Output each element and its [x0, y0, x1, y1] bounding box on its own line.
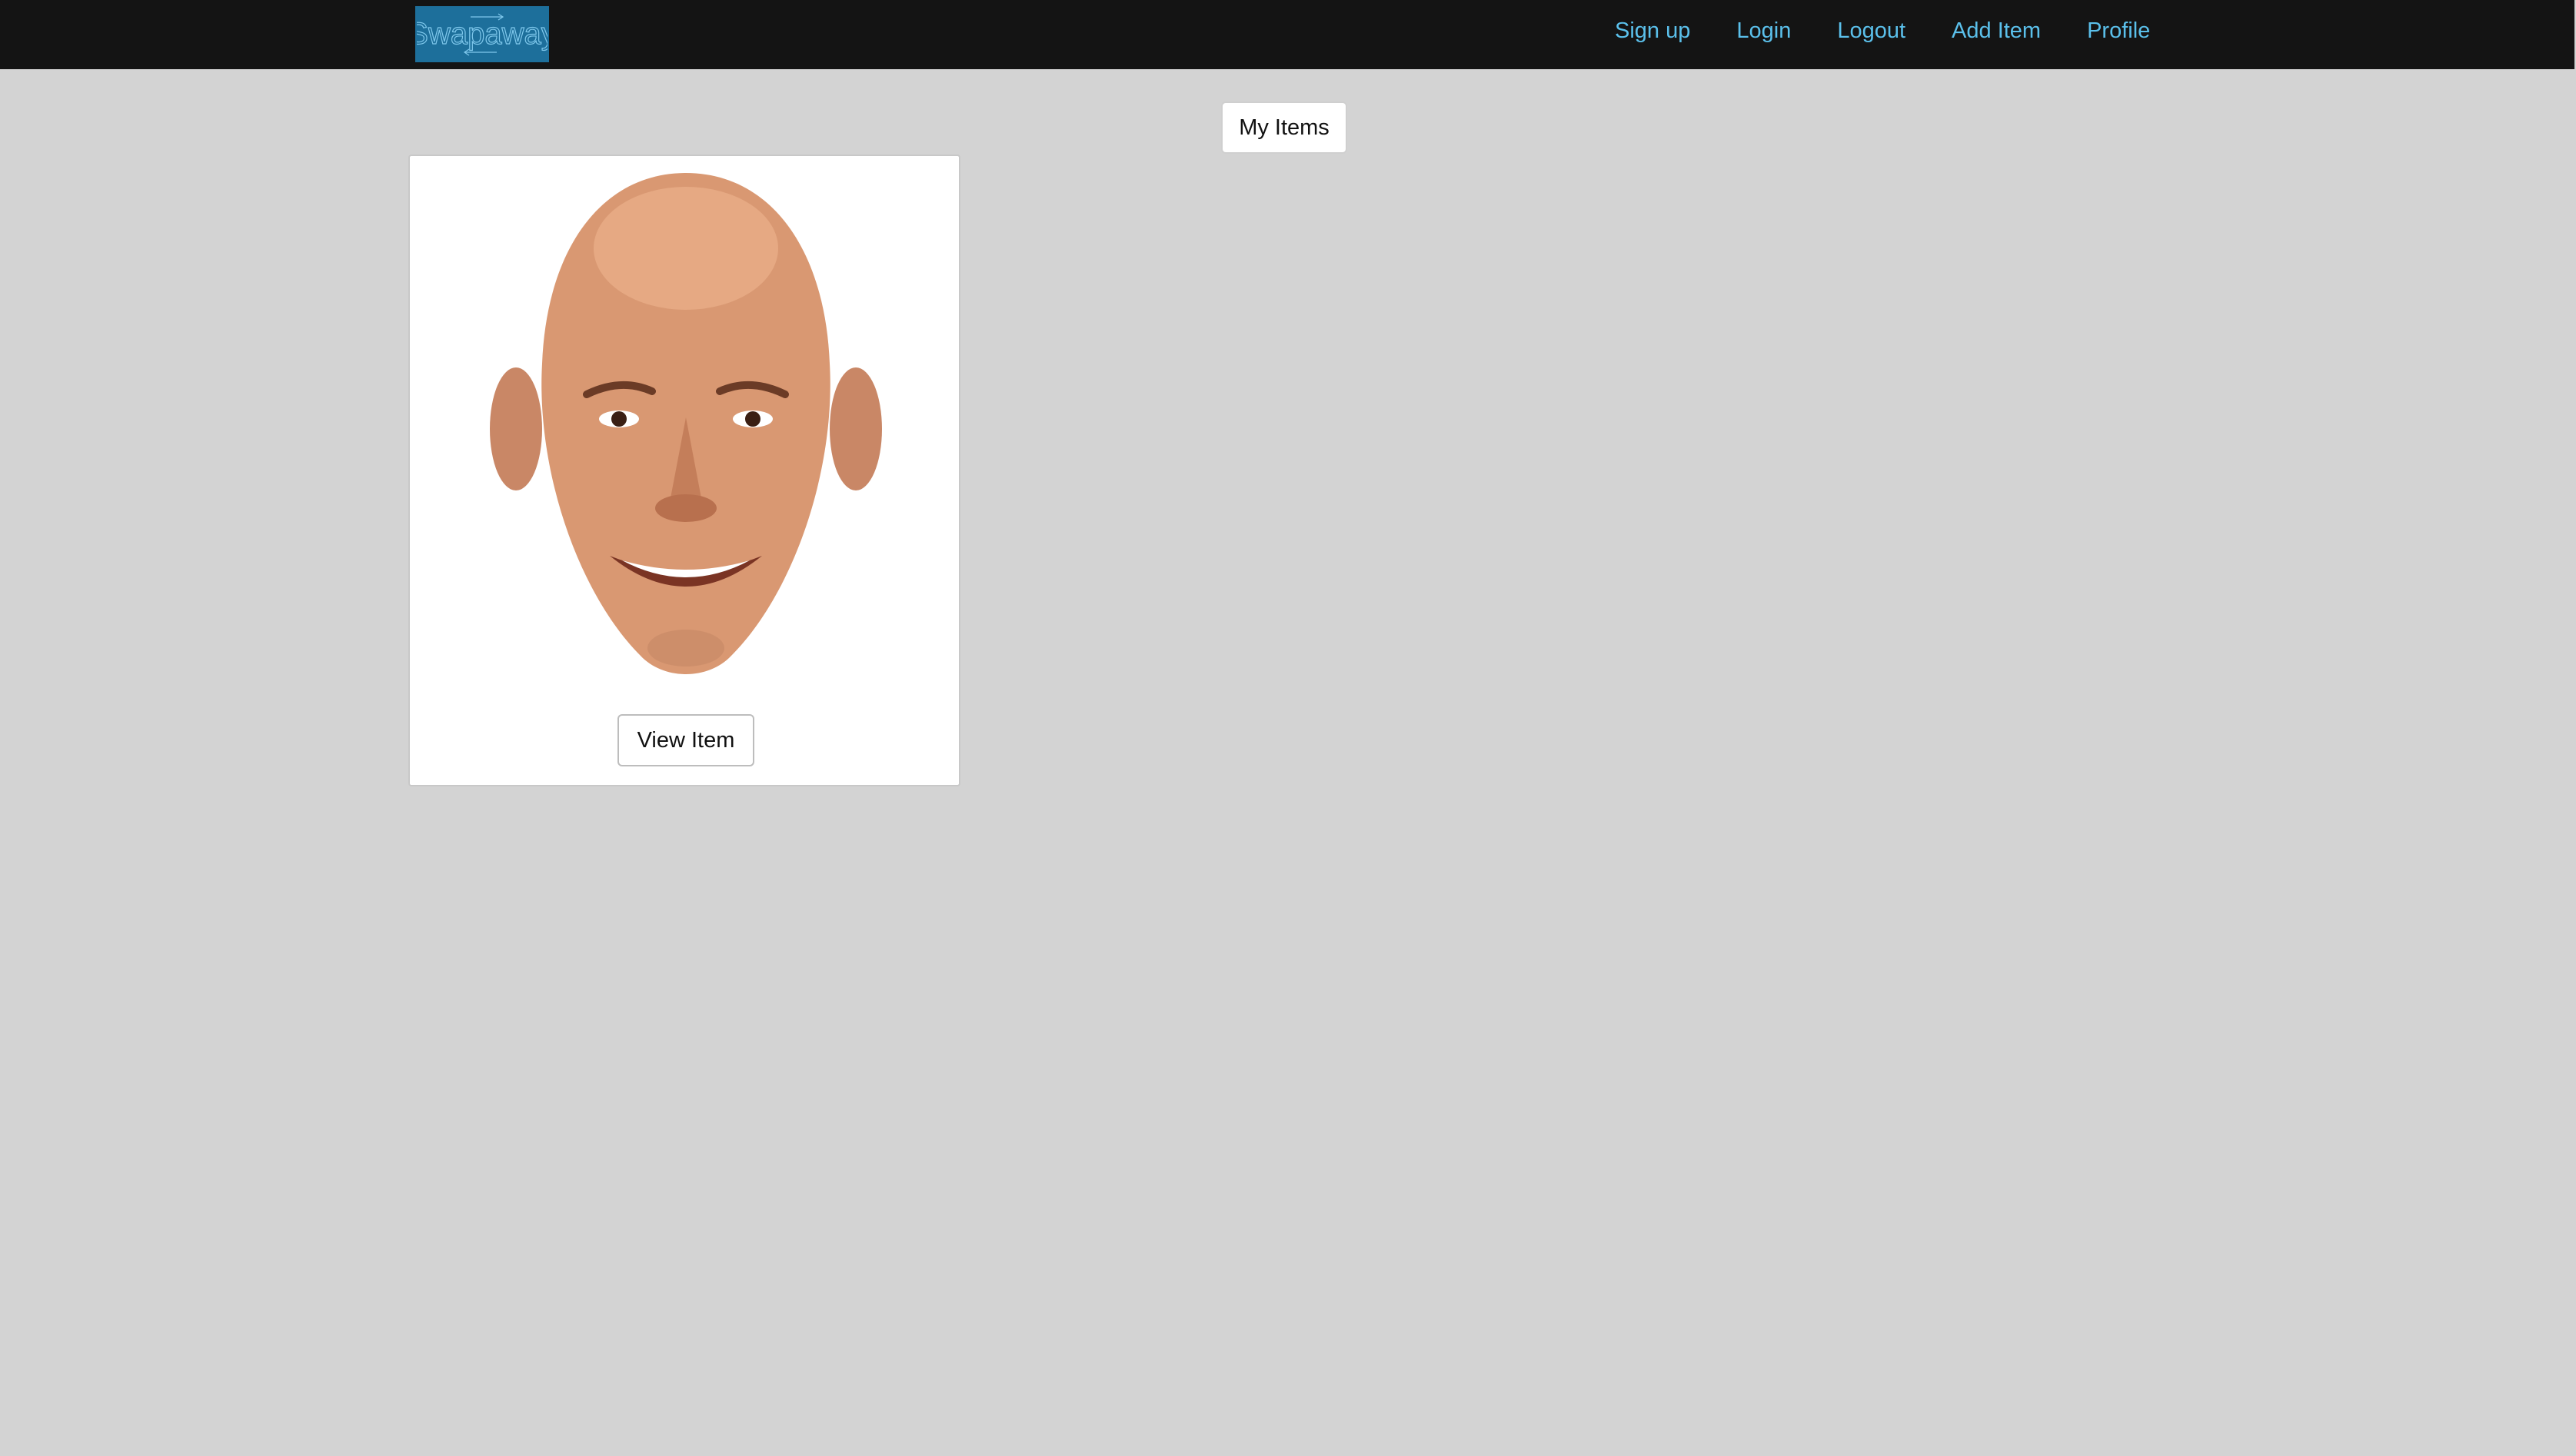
nav-logout-link[interactable]: Logout	[1837, 18, 1905, 44]
nav-sign-up-link[interactable]: Sign up	[1615, 18, 1690, 44]
top-navbar: Swapaway Sign up Login Logout Add Item P…	[0, 0, 2576, 69]
my-items-button[interactable]: My Items	[1221, 101, 1347, 154]
nav-profile-link[interactable]: Profile	[2087, 18, 2150, 44]
nav-links: Sign up Login Logout Add Item Profile	[1615, 0, 2196, 61]
swapaway-logo[interactable]: Swapaway	[415, 6, 549, 62]
logo-wordmark: Swapaway	[417, 13, 547, 55]
item-card: View Item	[408, 155, 960, 786]
view-item-button[interactable]: View Item	[617, 714, 754, 766]
nav-login-link[interactable]: Login	[1736, 18, 1791, 44]
nav-add-item-link[interactable]: Add Item	[1952, 18, 2041, 44]
item-image[interactable]	[487, 164, 885, 694]
svg-text:Swapaway: Swapaway	[417, 17, 547, 51]
